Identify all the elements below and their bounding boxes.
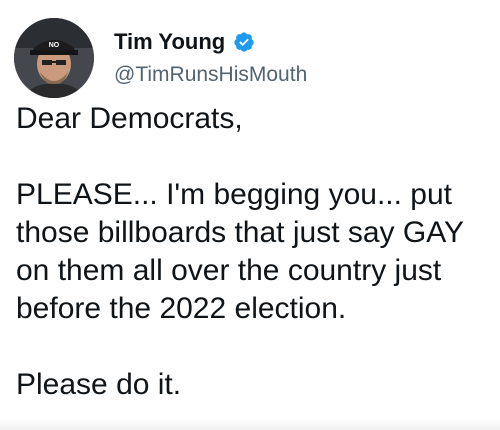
verified-badge-icon — [233, 31, 255, 53]
hat-label: NO — [49, 42, 60, 49]
tweet-header: NO Tim Young @TimRunsHisMouth — [14, 18, 307, 98]
tweet-greeting: Dear Democrats, — [16, 102, 243, 135]
author-identity: Tim Young @TimRunsHisMouth — [114, 28, 307, 88]
avatar[interactable]: NO — [14, 18, 94, 98]
user-handle[interactable]: @TimRunsHisMouth — [114, 62, 307, 88]
tweet-text: Dear Democrats, PLEASE... I'm begging yo… — [16, 100, 486, 404]
tweet-paragraph: PLEASE... I'm begging you... put those b… — [16, 178, 464, 325]
display-name[interactable]: Tim Young — [114, 28, 225, 56]
name-row: Tim Young — [114, 28, 307, 56]
tweet-closing: Please do it. — [16, 368, 182, 401]
bottom-divider — [0, 418, 500, 430]
profile-photo-icon: NO — [14, 18, 94, 98]
